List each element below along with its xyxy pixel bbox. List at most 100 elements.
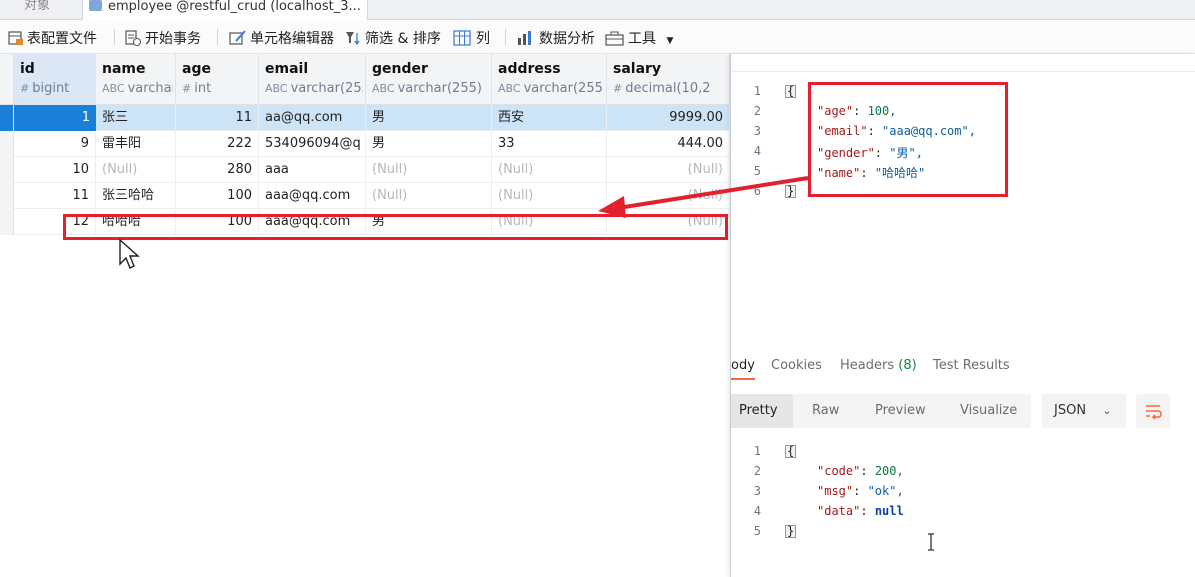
tab-cookies[interactable]: Cookies [771, 358, 822, 373]
column-header-name[interactable]: name ABC varchar [96, 54, 176, 105]
table-icon [89, 0, 102, 11]
cell-editor-button[interactable]: 单元格编辑器 [229, 28, 334, 48]
text-type-icon: ABC [102, 82, 125, 95]
toolbar-divider [114, 29, 115, 45]
cell-id[interactable]: 11 [14, 183, 96, 209]
tab-objects[interactable]: 对象 [18, 0, 56, 20]
cell-address[interactable]: (Null) [492, 183, 607, 209]
panel-top-strip [731, 54, 1195, 72]
cell-address[interactable]: (Null) [492, 157, 607, 183]
row-marker[interactable] [0, 209, 14, 235]
line-number: 3 [753, 124, 761, 138]
cell-age[interactable]: 11 [176, 105, 259, 131]
cell-id[interactable]: 10 [14, 157, 96, 183]
cell-name[interactable]: 雷丰阳 [96, 131, 176, 157]
wrap-lines-icon [1146, 405, 1162, 420]
column-header-gender[interactable]: gender ABC varchar(255) [366, 54, 492, 105]
column-header-address[interactable]: address ABC varchar(255) [492, 54, 607, 105]
tab-body[interactable]: ody [731, 358, 755, 373]
cell-salary[interactable]: (Null) [607, 183, 730, 209]
cell-id[interactable]: 9 [14, 131, 96, 157]
cell-name[interactable]: 张三哈哈 [96, 183, 176, 209]
cell-gender[interactable]: (Null) [366, 183, 492, 209]
cell-email[interactable]: 534096094@q [259, 131, 366, 157]
cell-gender[interactable]: 男 [366, 131, 492, 157]
filter-sort-button[interactable]: 筛选 & 排序 [344, 28, 441, 48]
number-type-icon: # [20, 82, 30, 95]
toolbar: 表配置文件 开始事务 单元格编辑器 筛选 & 排序 列 数据分析 工具 ▼ [0, 20, 1195, 54]
text-cursor-icon [928, 533, 934, 551]
table-row[interactable]: 11 张三哈哈 100 aaa@qq.com (Null) (Null) (Nu… [0, 183, 730, 209]
open-brace: { [785, 444, 797, 458]
tab-employee-table[interactable]: employee @restful_crud (localhost_3... [82, 0, 368, 20]
data-analysis-label: 数据分析 [539, 31, 595, 47]
row-marker[interactable] [0, 183, 14, 209]
cell-email[interactable]: aaa@qq.com [259, 183, 366, 209]
cell-age[interactable]: 222 [176, 131, 259, 157]
json-key: "data" [817, 504, 861, 518]
line-number: 6 [753, 184, 761, 198]
preview-button[interactable]: Preview [867, 394, 934, 428]
data-analysis-button[interactable]: 数据分析 [516, 28, 595, 48]
columns-icon [453, 30, 471, 46]
begin-transaction-label: 开始事务 [145, 31, 201, 47]
chevron-down-icon: ▼ [666, 36, 674, 46]
cell-age[interactable]: 100 [176, 183, 259, 209]
cell-name[interactable]: 张三 [96, 105, 176, 131]
cell-address[interactable]: 33 [492, 131, 607, 157]
line-number: 2 [753, 104, 761, 118]
tab-headers[interactable]: Headers (8) [840, 358, 917, 373]
line-number: 3 [753, 484, 761, 498]
row-marker[interactable] [0, 157, 14, 183]
cell-address[interactable]: 西安 [492, 105, 607, 131]
cell-gender[interactable]: 男 [366, 105, 492, 131]
row-marker[interactable] [0, 131, 14, 157]
text-type-icon: ABC [372, 82, 395, 95]
column-header-id[interactable]: id # bigint [14, 54, 96, 105]
table-row[interactable]: 1 张三 11 aa@qq.com 男 西安 9999.00 [0, 105, 730, 131]
json-value: null [874, 504, 904, 518]
text-type-icon: ABC [265, 82, 288, 95]
begin-transaction-button[interactable]: 开始事务 [124, 28, 201, 48]
line-number: 4 [753, 504, 761, 518]
column-header-age[interactable]: age # int [176, 54, 259, 105]
visualize-button[interactable]: Visualize [952, 394, 1025, 428]
line-number: 1 [753, 84, 761, 98]
response-type-select[interactable]: JSON ⌄ [1042, 394, 1126, 428]
data-analysis-icon [518, 31, 531, 45]
new-row-highlight-box [63, 214, 728, 240]
open-brace: { [785, 84, 797, 98]
cell-email[interactable]: aa@qq.com [259, 105, 366, 131]
tab-test-results[interactable]: Test Results [933, 358, 1010, 373]
cell-gender[interactable]: (Null) [366, 157, 492, 183]
number-type-icon: # [182, 82, 192, 95]
cell-age[interactable]: 280 [176, 157, 259, 183]
cell-email[interactable]: aaa [259, 157, 366, 183]
json-key: "msg" [817, 484, 854, 498]
toolbox-icon [605, 31, 624, 46]
columns-label: 列 [476, 31, 490, 47]
tools-button[interactable]: 工具 ▼ [605, 28, 673, 48]
table-row[interactable]: 9 雷丰阳 222 534096094@q 男 33 444.00 [0, 131, 730, 157]
line-number: 1 [753, 444, 761, 458]
pretty-button[interactable]: Pretty [731, 394, 793, 428]
line-number: 2 [753, 464, 761, 478]
line-number: 4 [753, 144, 761, 158]
cell-editor-icon [229, 30, 246, 45]
row-marker[interactable] [0, 105, 14, 131]
toolbar-divider [217, 29, 218, 45]
wrap-lines-button[interactable] [1136, 394, 1170, 428]
cell-salary[interactable]: (Null) [607, 157, 730, 183]
cell-name[interactable]: (Null) [96, 157, 176, 183]
active-tab-underline [731, 378, 755, 380]
cell-salary[interactable]: 9999.00 [607, 105, 730, 131]
table-row[interactable]: 10 (Null) 280 aaa (Null) (Null) (Null) [0, 157, 730, 183]
columns-button[interactable]: 列 [453, 28, 490, 48]
column-header-salary[interactable]: salary # decimal(10,2 [607, 54, 730, 105]
cell-id[interactable]: 1 [14, 105, 96, 131]
table-config-button[interactable]: 表配置文件 [8, 28, 97, 48]
raw-button[interactable]: Raw [804, 394, 847, 428]
response-body-viewer[interactable]: 1 2 3 4 5 { "code": 200, "msg": "ok", "d… [731, 438, 1195, 548]
cell-salary[interactable]: 444.00 [607, 131, 730, 157]
column-header-email[interactable]: email ABC varchar(255 [259, 54, 366, 105]
